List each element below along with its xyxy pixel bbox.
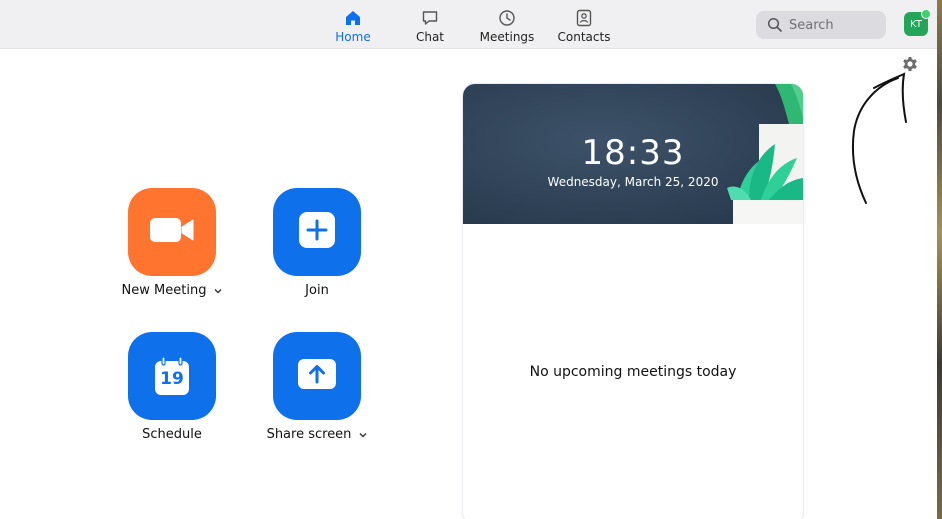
tab-contacts[interactable]: Contacts (548, 8, 620, 46)
tab-meetings-label: Meetings (479, 30, 535, 44)
tab-chat-label: Chat (415, 30, 445, 44)
share-screen-button[interactable]: Share screen (257, 332, 377, 442)
chevron-down-icon[interactable] (359, 432, 367, 438)
upload-arrow-icon (297, 358, 337, 394)
contact-card-icon (573, 8, 595, 28)
join-label: Join (305, 283, 329, 298)
tab-contacts-label: Contacts (557, 30, 611, 44)
home-icon (342, 8, 364, 28)
join-tile[interactable] (273, 188, 361, 276)
tab-home[interactable]: Home (317, 8, 389, 46)
search-box[interactable] (756, 11, 886, 39)
avatar-initials: KT (910, 18, 922, 30)
join-button[interactable]: Join (257, 188, 377, 298)
plus-icon (298, 211, 336, 253)
share-screen-label: Share screen (266, 427, 352, 442)
new-meeting-button[interactable]: New Meeting (112, 188, 232, 298)
chevron-down-icon[interactable] (214, 288, 222, 294)
search-icon (767, 17, 783, 33)
clock-header: 18:33 Wednesday, March 25, 2020 (463, 84, 803, 224)
schedule-tile[interactable]: 19 (128, 332, 216, 420)
no-meetings-message: No upcoming meetings today (529, 364, 737, 380)
upcoming-meetings-panel: 18:33 Wednesday, March 25, 2020 No upcom… (463, 84, 803, 519)
video-camera-icon (149, 215, 195, 249)
schedule-label: Schedule (142, 427, 202, 442)
schedule-button[interactable]: 19 Schedule (112, 332, 232, 442)
online-status-dot (921, 9, 931, 19)
tab-home-label: Home (335, 30, 371, 44)
new-meeting-label: New Meeting (121, 283, 207, 298)
calendar-day: 19 (160, 369, 184, 389)
hand-drawn-arrow-annotation (851, 72, 907, 204)
desktop-background-edge (937, 0, 942, 519)
new-meeting-tile[interactable] (128, 188, 216, 276)
avatar[interactable]: KT (904, 9, 931, 36)
tab-chat[interactable]: Chat (394, 8, 466, 46)
tab-meetings[interactable]: Meetings (471, 8, 543, 46)
plant-illustration (727, 84, 803, 224)
share-screen-tile[interactable] (273, 332, 361, 420)
calendar-icon: 19 (154, 356, 190, 396)
search-input[interactable] (789, 17, 875, 33)
clock-icon (496, 8, 518, 28)
chat-bubble-icon (419, 8, 441, 28)
zoom-home-window: Home Chat Meetings Contacts Search KT Ne… (0, 0, 942, 519)
top-navigation-bar: Home Chat Meetings Contacts Search KT (0, 0, 937, 49)
